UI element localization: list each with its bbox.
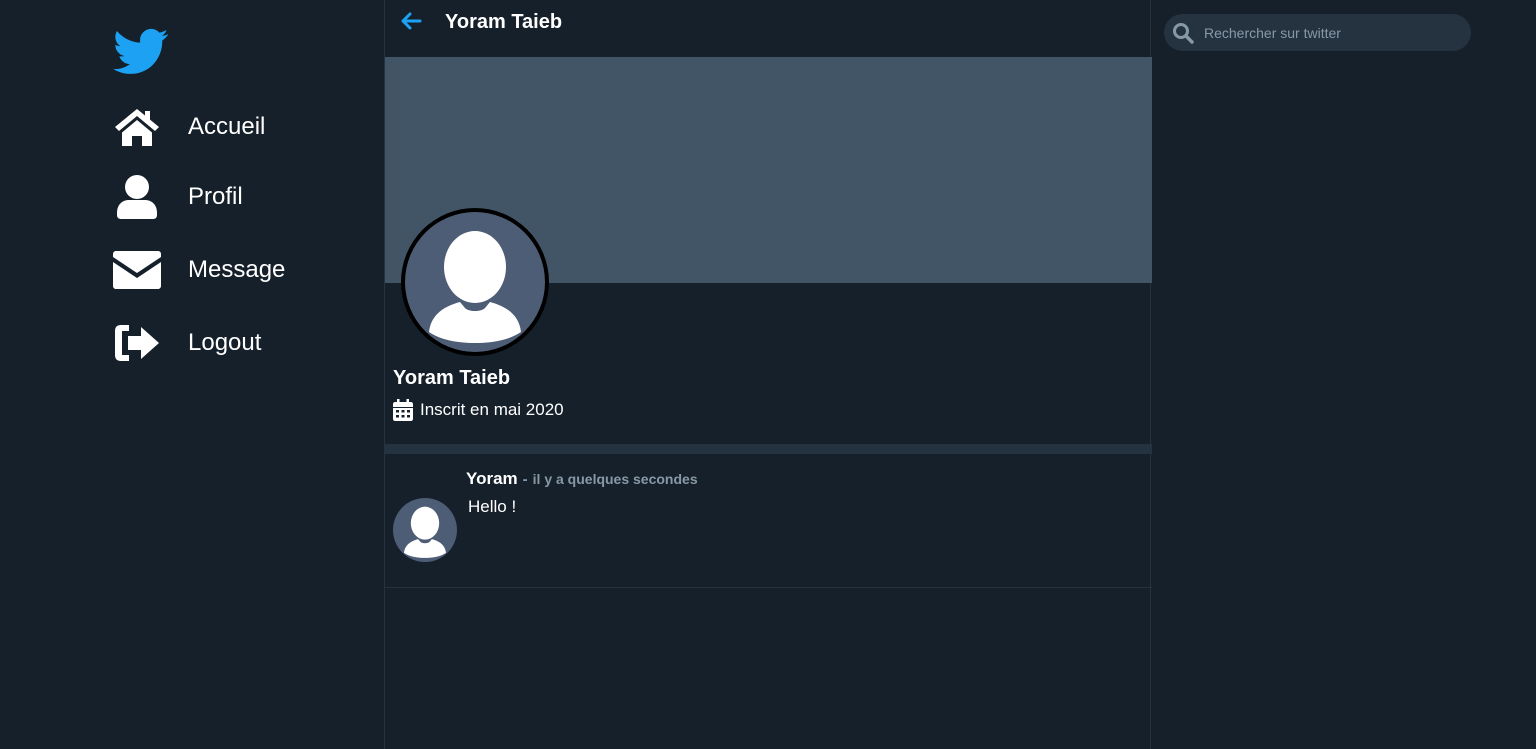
- tweet-header: Yoram - il y a quelques secondes: [466, 469, 698, 489]
- main-column: Yoram Taieb Yoram Taieb Inscrit en mai 2…: [384, 0, 1152, 749]
- sidebar-item-profil[interactable]: Profil: [113, 173, 363, 221]
- page-title: Yoram Taieb: [445, 11, 563, 33]
- sidebar-item-label: Message: [188, 256, 286, 283]
- joined-text: Inscrit en mai 2020: [420, 400, 564, 419]
- logout-icon: [113, 319, 161, 367]
- profile-avatar[interactable]: [401, 208, 549, 356]
- envelope-icon: [113, 246, 161, 294]
- default-avatar-icon: [405, 212, 545, 352]
- right-column: [1151, 0, 1536, 749]
- search-icon: [1172, 22, 1194, 44]
- sidebar: Accueil Profil Message Logout: [0, 0, 384, 749]
- sidebar-item-accueil[interactable]: Accueil: [113, 103, 363, 151]
- tweet-text: Hello !: [468, 497, 517, 516]
- sidebar-item-message[interactable]: Message: [113, 246, 363, 294]
- tweet-timestamp: il y a quelques secondes: [532, 471, 698, 487]
- tweet-author[interactable]: Yoram: [466, 469, 518, 489]
- profile-name: Yoram Taieb: [393, 367, 511, 389]
- section-divider: [385, 444, 1152, 454]
- home-icon: [113, 103, 161, 151]
- search-input[interactable]: [1202, 23, 1466, 42]
- twitter-bird-icon[interactable]: [113, 28, 171, 76]
- app-root: Accueil Profil Message Logout Yoram Taie…: [0, 0, 1536, 749]
- sidebar-item-logout[interactable]: Logout: [113, 319, 363, 367]
- tweet-separator: -: [522, 471, 528, 488]
- main-header: Yoram Taieb: [385, 0, 1152, 57]
- sidebar-item-label: Logout: [188, 329, 262, 356]
- arrow-left-icon: [400, 12, 422, 35]
- user-icon: [113, 173, 161, 221]
- sidebar-item-label: Accueil: [188, 113, 266, 140]
- tweet-avatar[interactable]: [393, 498, 457, 562]
- back-button[interactable]: [397, 10, 425, 36]
- default-avatar-icon: [403, 506, 447, 558]
- search-bar[interactable]: [1164, 14, 1471, 51]
- tweet-item[interactable]: Yoram - il y a quelques secondes Hello !: [385, 454, 1152, 588]
- joined-date: Inscrit en mai 2020: [393, 398, 564, 422]
- sidebar-item-label: Profil: [188, 183, 243, 210]
- calendar-icon: [393, 398, 413, 422]
